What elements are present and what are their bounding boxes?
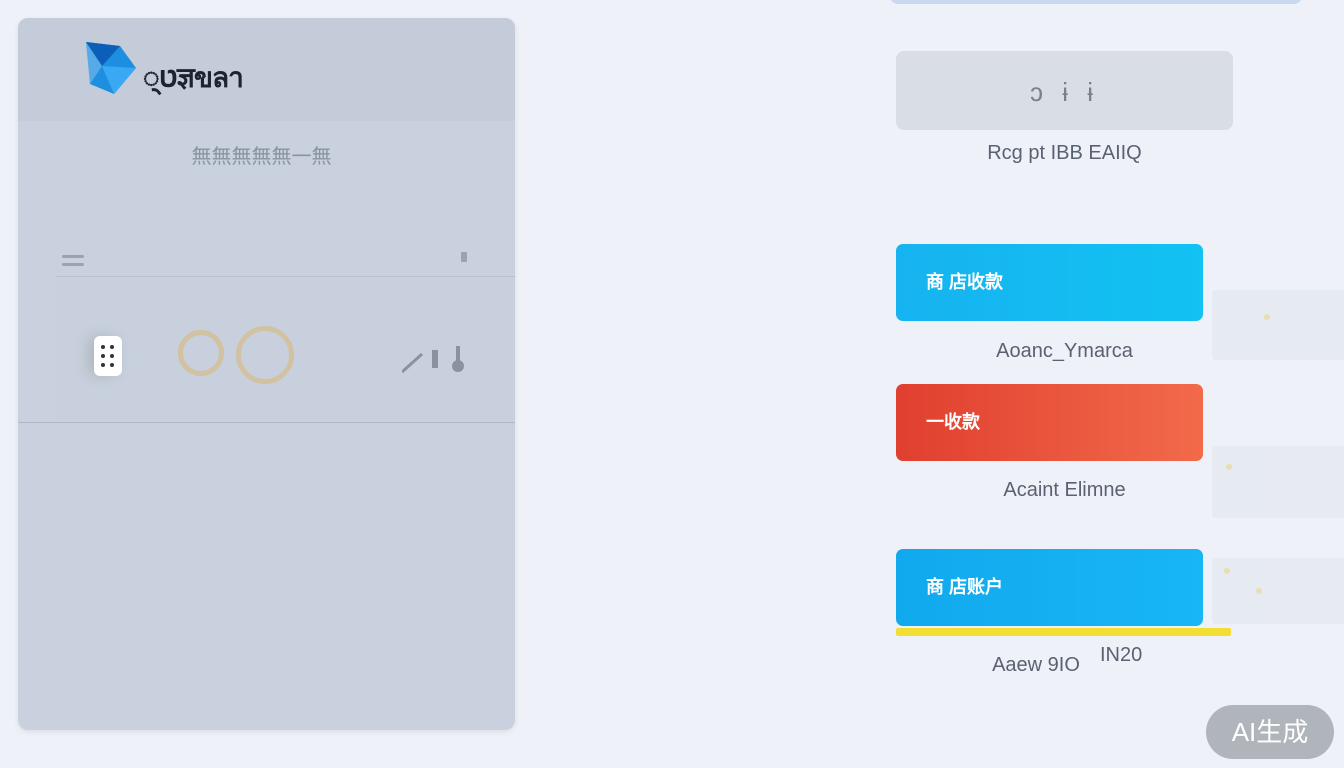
coin-icon [236,326,294,384]
ghost-tile [1212,446,1344,518]
extra-value: IN20 [1100,644,1143,666]
display-caption: Rcg pt IBB EAIIQ [987,142,1142,164]
brand-logo-icon [86,42,136,94]
hamburger-icon[interactable] [62,255,84,271]
corner-marker-icon [461,252,467,262]
button-1-caption: Aoanc_Ymarca [996,340,1133,362]
divider [18,422,515,423]
panel-header: ט्ज्ञขลา [18,18,515,121]
ghost-tile [1212,558,1344,624]
signal-icon [402,346,464,374]
top-strip [890,0,1302,4]
button-2-caption: Acaint Elimne [1003,479,1126,501]
value-display: ɔ ɨ ɨ [896,51,1233,130]
panel-subtitle: 無無無無無一無 [191,146,332,168]
selection-underline [896,628,1231,636]
coin-icon [178,330,224,376]
left-panel: ט्ज्ञขลา 無無無無無一無 [18,18,515,730]
ghost-tile [1212,290,1344,360]
collect-button[interactable]: 一收款 [896,384,1203,461]
brand-name: ט्ज्ञขลา [143,62,244,93]
knob-icon[interactable] [94,336,122,376]
merchant-account-button[interactable]: 商 店账户 [896,549,1203,626]
merchant-collect-button[interactable]: 商 店收款 [896,244,1203,321]
ai-generated-badge: AI生成 [1206,705,1334,759]
